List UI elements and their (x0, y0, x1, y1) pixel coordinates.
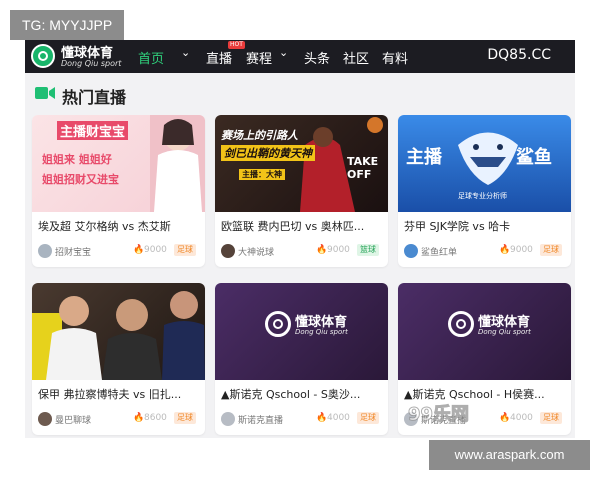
thumb-text: TAKE OFF (347, 155, 379, 181)
brand-logo-icon (448, 311, 474, 337)
nav-item-live[interactable]: 直播 (206, 48, 232, 67)
live-camera-icon (35, 87, 55, 99)
brand-subtitle: Dong Qiu sport (295, 328, 348, 336)
top-nav-bar: 懂球体育 Dong Qiu sport 首页 ⌄ 直播 HOT 赛程 ⌄ 头条 … (25, 40, 575, 73)
view-count: 8600 (144, 413, 167, 423)
anchor-name[interactable]: 大神说球 (238, 245, 274, 258)
nav-item-home[interactable]: 首页 (138, 48, 164, 67)
thumb-headline: 主播 (406, 147, 442, 168)
live-card[interactable]: 懂球体育 Dong Qiu sport ▲斯诺克 Qschool - S奥沙..… (215, 283, 388, 435)
sport-tag: 足球 (174, 412, 196, 424)
avatar (38, 244, 52, 258)
live-card[interactable]: 赛场上的引路人 剑已出鞘的黄天神 主播：大神 TAKE OFF 欧篮联 费内巴切… (215, 115, 388, 267)
fire-icon: 🔥 (316, 413, 328, 423)
avatar (404, 244, 418, 258)
fire-icon: 🔥 (316, 245, 328, 255)
thumb-text: 剑已出鞘的黄天神 (221, 145, 315, 161)
watermark-bottom-right: www.araspark.com (429, 440, 590, 470)
live-card[interactable]: 保甲 弗拉察博特夫 vs 旧扎... 曼巴聊球 🔥 8600 足球 (32, 283, 205, 435)
anchor-name[interactable]: 招财宝宝 (55, 245, 91, 258)
match-title[interactable]: 保甲 弗拉察博特夫 vs 旧扎... (38, 386, 200, 402)
sport-tag: 足球 (540, 244, 562, 256)
nav-item-tips[interactable]: 有料 (382, 48, 408, 67)
card-thumbnail[interactable]: 赛场上的引路人 剑已出鞘的黄天神 主播：大神 TAKE OFF (215, 115, 388, 212)
sport-tag: 足球 (174, 244, 196, 256)
anchor-name[interactable]: 鲨鱼红单 (421, 245, 457, 258)
card-thumbnail[interactable]: 主播财宝宝 姐姐来 姐姐好 姐姐招财又进宝 (32, 115, 205, 212)
logo-subtitle: Dong Qiu sport (61, 59, 122, 68)
watermark-top-left: TG: MYYJJPP (10, 10, 125, 40)
thumb-text: 姐姐来 姐姐好 (42, 153, 112, 166)
fire-icon: 🔥 (499, 413, 511, 423)
thumb-text: 姐姐招财又进宝 (42, 173, 119, 186)
card-thumbnail[interactable] (32, 283, 205, 380)
chevron-down-icon[interactable]: ⌄ (279, 46, 288, 59)
thumb-headline: 赛场上的引路人 (221, 129, 298, 142)
fire-icon: 🔥 (133, 245, 145, 255)
anchor-name[interactable]: 斯诺克直播 (238, 413, 283, 426)
match-title[interactable]: 芬甲 SJK学院 vs 哈卡 (404, 218, 566, 234)
logo-icon[interactable] (31, 44, 55, 68)
card-thumbnail[interactable]: 懂球体育 Dong Qiu sport (215, 283, 388, 380)
view-count: 4000 (510, 413, 533, 423)
nav-item-headlines[interactable]: 头条 (304, 48, 330, 67)
avatar (221, 244, 235, 258)
thumb-text: 主播：大神 (239, 169, 285, 180)
thumb-headline: 主播财宝宝 (57, 121, 129, 140)
card-thumbnail[interactable]: 懂球体育 Dong Qiu sport (398, 283, 571, 380)
sport-tag: 足球 (540, 412, 562, 424)
watermark-overlay: 99乐网 (407, 404, 470, 426)
sport-tag: 篮球 (357, 244, 379, 256)
avatar (38, 412, 52, 426)
match-title[interactable]: ▲斯诺克 Qschool - S奥沙... (221, 386, 383, 402)
nav-item-community[interactable]: 社区 (343, 48, 369, 67)
match-title[interactable]: 埃及超 艾尔格纳 vs 杰艾斯 (38, 218, 200, 234)
view-count: 9000 (327, 245, 350, 255)
view-count: 4000 (327, 413, 350, 423)
live-card[interactable]: 主播财宝宝 姐姐来 姐姐好 姐姐招财又进宝 埃及超 艾尔格纳 vs 杰艾斯 招财… (32, 115, 205, 267)
match-title[interactable]: 欧篮联 费内巴切 vs 奥林匹... (221, 218, 383, 234)
live-card[interactable]: 主播 鲨鱼 足球专业分析师 芬甲 SJK学院 vs 哈卡 鲨鱼红单 🔥 9000… (398, 115, 571, 267)
fire-icon: 🔥 (133, 413, 145, 423)
sport-tag: 足球 (357, 412, 379, 424)
brand-logo-icon (265, 311, 291, 337)
fire-icon: 🔥 (499, 245, 511, 255)
hot-badge: HOT (228, 41, 245, 49)
view-count: 9000 (510, 245, 533, 255)
thumb-text: 足球专业分析师 (458, 192, 507, 200)
thumb-headline: 鲨鱼 (516, 147, 552, 168)
chevron-down-icon[interactable]: ⌄ (181, 46, 190, 59)
avatar (221, 412, 235, 426)
card-thumbnail[interactable]: 主播 鲨鱼 足球专业分析师 (398, 115, 571, 212)
nav-item-schedule[interactable]: 赛程 (246, 48, 272, 67)
view-count: 9000 (144, 245, 167, 255)
brand-subtitle: Dong Qiu sport (478, 328, 531, 336)
app-window: 懂球体育 Dong Qiu sport 首页 ⌄ 直播 HOT 赛程 ⌄ 头条 … (25, 40, 575, 438)
section-title: 热门直播 (62, 88, 127, 107)
site-domain[interactable]: DQ85.CC (487, 47, 551, 63)
anchor-name[interactable]: 曼巴聊球 (55, 413, 91, 426)
